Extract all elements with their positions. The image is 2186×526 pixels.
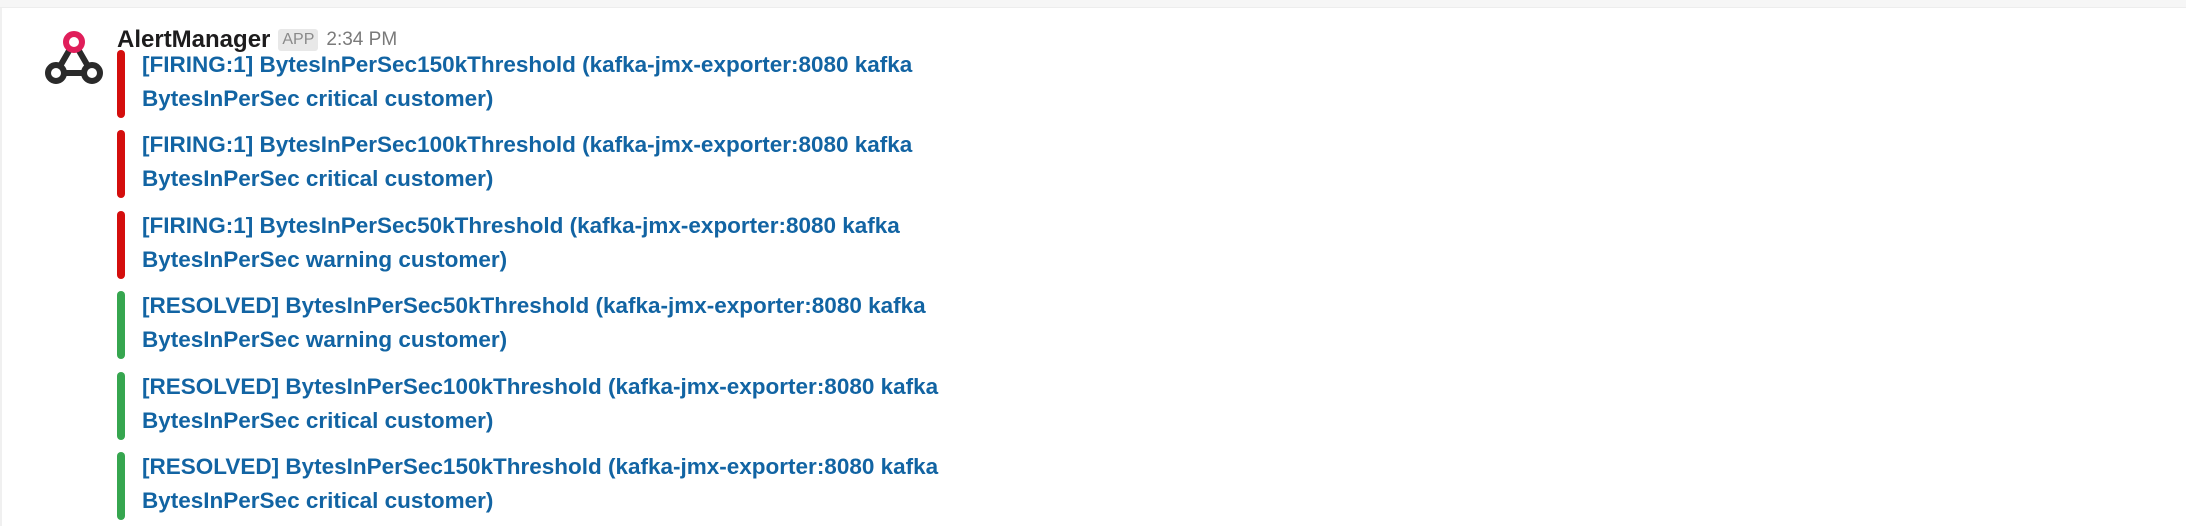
alert-title-link[interactable]: [RESOLVED] BytesInPerSec50kThreshold (ka…	[142, 289, 1042, 357]
alert-title-line2: BytesInPerSec critical customer)	[142, 408, 494, 433]
alert-title-line1: [FIRING:1] BytesInPerSec150kThreshold (k…	[142, 52, 913, 77]
alert-title-line1: [RESOLVED] BytesInPerSec150kThreshold (k…	[142, 454, 939, 479]
attachment-resolved: [RESOLVED] BytesInPerSec150kThreshold (k…	[117, 450, 1217, 522]
alert-title-line2: BytesInPerSec critical customer)	[142, 488, 494, 513]
status-color-bar	[117, 50, 125, 118]
alert-title-line1: [RESOLVED] BytesInPerSec100kThreshold (k…	[142, 374, 939, 399]
status-color-bar	[117, 130, 125, 198]
alert-title-link[interactable]: [FIRING:1] BytesInPerSec50kThreshold (ka…	[142, 209, 1042, 277]
alert-title-link[interactable]: [FIRING:1] BytesInPerSec100kThreshold (k…	[142, 128, 1042, 196]
top-divider	[0, 0, 2186, 8]
alert-title-line2: BytesInPerSec critical customer)	[142, 86, 494, 111]
status-color-bar	[117, 211, 125, 279]
alert-title-link[interactable]: [RESOLVED] BytesInPerSec100kThreshold (k…	[142, 370, 1042, 438]
alert-title-link[interactable]: [RESOLVED] BytesInPerSec150kThreshold (k…	[142, 450, 1042, 518]
attachment-resolved: [RESOLVED] BytesInPerSec50kThreshold (ka…	[117, 289, 1217, 361]
attachment-firing: [FIRING:1] BytesInPerSec150kThreshold (k…	[117, 48, 1217, 120]
status-color-bar	[117, 291, 125, 359]
attachment-resolved: [RESOLVED] BytesInPerSec100kThreshold (k…	[117, 370, 1217, 442]
alert-title-line2: BytesInPerSec critical customer)	[142, 166, 494, 191]
status-color-bar	[117, 372, 125, 440]
status-color-bar	[117, 452, 125, 520]
alert-title-link[interactable]: [FIRING:1] BytesInPerSec150kThreshold (k…	[142, 48, 1042, 116]
alert-title-line1: [RESOLVED] BytesInPerSec50kThreshold (ka…	[142, 293, 926, 318]
alert-title-line2: BytesInPerSec warning customer)	[142, 247, 508, 272]
alert-title-line1: [FIRING:1] BytesInPerSec100kThreshold (k…	[142, 132, 913, 157]
attachment-firing: [FIRING:1] BytesInPerSec50kThreshold (ka…	[117, 209, 1217, 281]
webhook-icon[interactable]	[45, 28, 103, 86]
alert-title-line2: BytesInPerSec warning customer)	[142, 327, 508, 352]
alert-title-line1: [FIRING:1] BytesInPerSec50kThreshold (ka…	[142, 213, 900, 238]
attachment-firing: [FIRING:1] BytesInPerSec100kThreshold (k…	[117, 128, 1217, 200]
